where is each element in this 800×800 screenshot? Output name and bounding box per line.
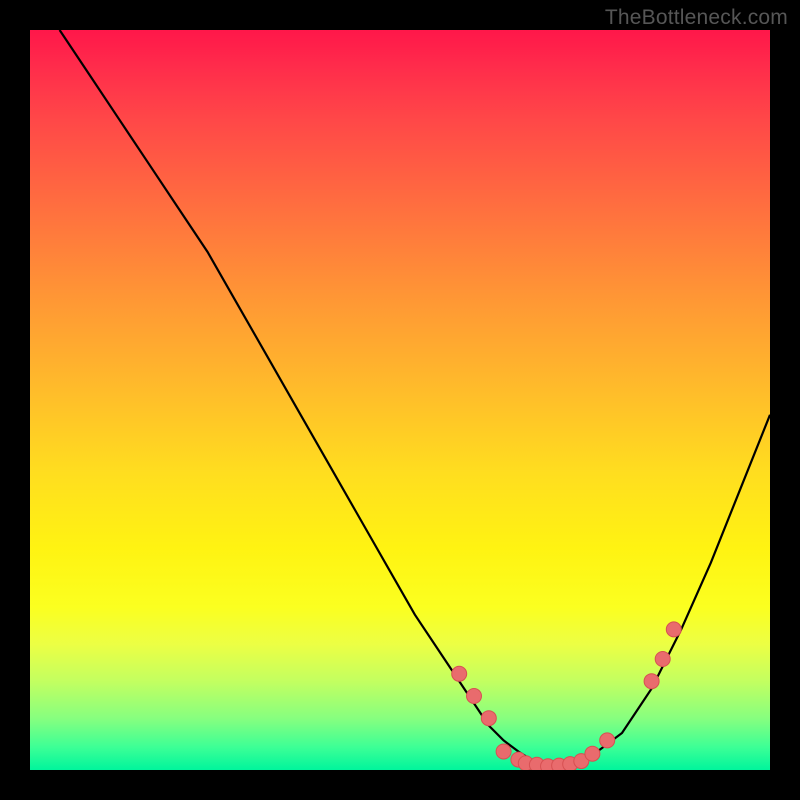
plot-area	[30, 30, 770, 770]
data-point	[666, 622, 681, 637]
data-point	[644, 674, 659, 689]
data-point	[600, 733, 615, 748]
data-point	[481, 711, 496, 726]
data-point	[585, 746, 600, 761]
data-point	[452, 666, 467, 681]
chart-container: TheBottleneck.com	[0, 0, 800, 800]
watermark-text: TheBottleneck.com	[605, 6, 788, 30]
data-point	[496, 744, 511, 759]
chart-svg	[30, 30, 770, 770]
data-point	[655, 652, 670, 667]
data-point	[467, 689, 482, 704]
